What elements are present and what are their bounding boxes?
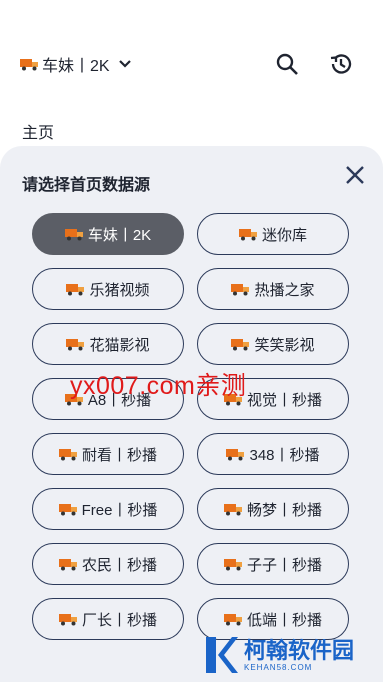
source-chip-label: 农民丨秒播 [81,556,157,574]
source-chip[interactable]: 乐猪视频 [32,268,184,310]
source-chip-label: 畅梦丨秒播 [246,501,322,519]
source-chip[interactable]: 花猫影视 [32,323,184,365]
source-picker-sheet: 请选择首页数据源 车妹丨2K 迷你库 乐猪视频 热播之家 花猫影视 笑笑影视 A8丨秒播 视觉… [0,146,383,682]
source-chip-label: 热播之家 [254,281,315,299]
home-label: 主页 [22,125,55,142]
truck-icon [231,282,251,296]
source-chip[interactable]: Free丨秒播 [32,488,184,530]
truck-icon [226,447,246,461]
source-chip-label: 耐看丨秒播 [81,446,157,464]
source-chip[interactable]: 子子丨秒播 [197,543,349,585]
source-chip-label: 子子丨秒播 [246,556,322,574]
source-chip[interactable]: 迷你库 [197,213,349,255]
truck-icon [231,337,251,351]
source-chip[interactable]: 农民丨秒播 [32,543,184,585]
truck-icon [223,502,244,516]
logo-k-icon [206,637,238,673]
source-chip-label: 迷你库 [261,226,307,244]
truck-icon [238,227,259,241]
source-chip[interactable]: 厂长丨秒播 [32,598,184,640]
source-chip[interactable]: 耐看丨秒播 [32,433,184,475]
source-chip[interactable]: 笑笑影视 [197,323,349,365]
source-chip[interactable]: 348丨秒播 [197,433,349,475]
source-chip-label: 低端丨秒播 [246,611,322,629]
sheet-title: 请选择首页数据源 [22,177,151,194]
truck-icon [223,557,244,571]
source-label: 车妹丨2K [42,58,110,75]
chevron-down-icon [118,59,132,69]
truck-icon [58,557,79,571]
top-bar: 车妹丨2K [0,0,383,120]
truck-icon [66,337,86,351]
source-chip-label: 花猫影视 [89,336,150,354]
truck-icon [223,612,244,626]
logo-main-text: 柯翰软件园 [244,637,355,663]
source-chip[interactable]: 畅梦丨秒播 [197,488,349,530]
history-icon[interactable] [327,50,355,78]
source-chip-label: 乐猪视频 [89,281,150,299]
site-logo: 柯翰软件园 KEHAN58.COM [202,630,382,680]
source-chip-label: 视觉丨秒播 [246,391,322,409]
source-chip[interactable]: 车妹丨2K [32,213,184,255]
truck-icon [66,282,86,296]
search-icon[interactable] [273,50,301,78]
source-selector[interactable]: 车妹丨2K [20,52,132,76]
logo-sub-text: KEHAN58.COM [244,662,313,672]
truck-icon [58,502,79,516]
truck-icon [20,57,40,71]
source-chip-label: Free丨秒播 [81,501,158,519]
watermark-text: yx007.com亲测 [70,372,247,400]
truck-icon [58,447,79,461]
source-chip-label: 厂长丨秒播 [81,611,157,629]
source-chip-label: 笑笑影视 [254,336,315,354]
source-chip[interactable]: 热播之家 [197,268,349,310]
source-chip-label: 348丨秒播 [249,446,320,464]
truck-icon [64,227,85,241]
close-icon[interactable] [343,163,367,187]
source-chip-label: 车妹丨2K [87,226,152,244]
truck-icon [58,612,79,626]
